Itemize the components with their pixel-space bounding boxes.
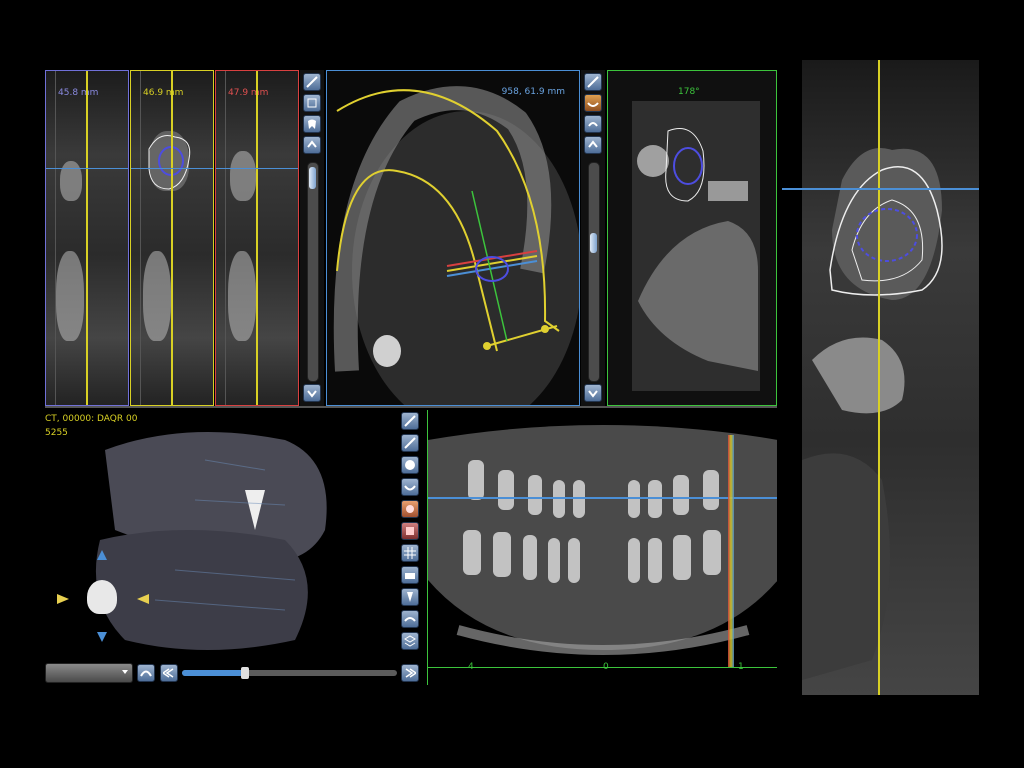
navigation-icon[interactable] [584, 73, 602, 91]
detail-slice-view[interactable] [802, 60, 979, 695]
detail-vertical-crosshair[interactable] [878, 60, 880, 695]
slice-2-value: 46.9 mm [143, 88, 184, 98]
arrow-up-icon[interactable] [97, 550, 107, 560]
axial-toolbar [581, 70, 605, 406]
scroll-up-icon[interactable] [303, 136, 321, 154]
face-icon[interactable] [401, 500, 419, 518]
detail-horizontal-crosshair[interactable] [802, 188, 979, 190]
fast-forward-icon[interactable] [401, 664, 419, 682]
tooth-icon[interactable] [303, 115, 321, 133]
orientation-head-icon[interactable] [87, 580, 117, 614]
skull-icon[interactable] [401, 456, 419, 474]
grid-icon[interactable] [401, 544, 419, 562]
volume-slider-track[interactable] [182, 667, 397, 679]
ruler-label-mid: 0 [603, 662, 609, 672]
scroll-down-icon[interactable] [584, 384, 602, 402]
navigation-icon[interactable] [303, 73, 321, 91]
cross-slice-1[interactable]: 45.8 mm [45, 70, 129, 406]
sagittal-image [632, 101, 760, 391]
detail-slice-image [802, 148, 943, 680]
curve-icon[interactable] [137, 664, 155, 682]
volume-render [95, 432, 327, 650]
scroll-down-icon[interactable] [303, 384, 321, 402]
panoramic-view[interactable]: 4 0 1 [427, 410, 777, 685]
rewind-icon[interactable] [160, 664, 178, 682]
sagittal-view[interactable]: 178° [607, 70, 777, 406]
scroll-up-icon[interactable] [584, 136, 602, 154]
ruler-label-left: 4 [468, 662, 474, 672]
dental-ct-viewer: { "slices": [ {"value": "45.8 mm", "colo… [0, 0, 1024, 768]
volume-slider-thumb[interactable] [241, 667, 249, 679]
slice-toolbar [300, 70, 324, 406]
nerve-icon[interactable] [401, 610, 419, 628]
slice-1-value: 45.8 mm [58, 88, 99, 98]
jaw-icon[interactable] [401, 478, 419, 496]
top-row-bottom-border [45, 406, 777, 408]
cross-slice-3[interactable]: 47.9 mm [215, 70, 299, 406]
axial-view[interactable]: 958, 61.9 mm [326, 70, 580, 406]
panoramic-horizontal-line[interactable] [428, 497, 777, 499]
jaw-icon[interactable] [584, 94, 602, 112]
axial-scrollbar[interactable] [588, 162, 600, 382]
navigation-icon[interactable] [401, 412, 419, 430]
cross-slice-2[interactable]: 46.9 mm [130, 70, 214, 406]
arrow-left-icon[interactable] [137, 594, 149, 604]
chevron-down-icon [122, 670, 128, 674]
volume-preset-dropdown[interactable] [45, 663, 133, 683]
panoramic-slice-marker[interactable] [728, 435, 734, 667]
print-icon[interactable] [401, 566, 419, 584]
panoramic-image [428, 425, 777, 655]
ruler-label-right: 1 [738, 662, 744, 672]
slice-3-value: 47.9 mm [228, 88, 269, 98]
pan-icon[interactable] [401, 434, 419, 452]
arrow-down-icon[interactable] [97, 632, 107, 642]
volume-slider-fill [182, 670, 244, 676]
implant-icon[interactable] [401, 588, 419, 606]
layers-icon[interactable] [303, 94, 321, 112]
detail-crosshair-extension [782, 188, 802, 190]
slice-scrollbar[interactable] [307, 162, 319, 382]
layers-icon[interactable] [401, 632, 419, 650]
view-toolbar [399, 410, 423, 660]
volume-3d-view[interactable]: CT, 00000: DAQR 00 5255 [45, 410, 399, 668]
arrow-right-icon[interactable] [57, 594, 69, 604]
model-icon[interactable] [401, 522, 419, 540]
rotate-icon[interactable] [584, 115, 602, 133]
axial-arch-image [333, 86, 579, 405]
